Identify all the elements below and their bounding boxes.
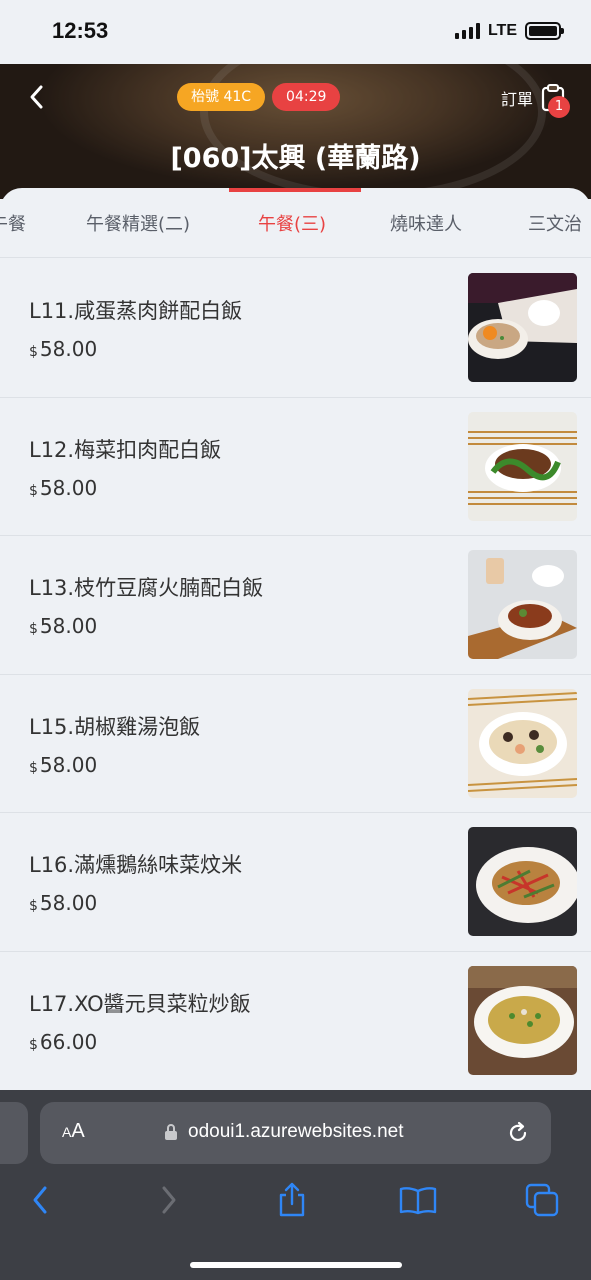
menu-item[interactable]: L12.梅菜扣肉配白飯 $58.00 [0, 398, 591, 537]
bookmarks-button[interactable] [398, 1180, 438, 1220]
tab-lunch-selection-2[interactable]: 午餐精選(二) [86, 210, 190, 236]
tabs-button[interactable] [522, 1180, 562, 1220]
item-photo [468, 550, 577, 660]
order-button[interactable]: 訂單 1 [500, 84, 570, 118]
browser-back-button[interactable] [21, 1180, 61, 1220]
clipboard-icon: 1 [541, 84, 570, 118]
active-tab-indicator [229, 188, 361, 192]
url-display[interactable]: odoui1.azurewebsites.net [164, 1121, 403, 1143]
item-photo [468, 965, 577, 1075]
address-bar[interactable]: AAAA odoui1.azurewebsites.net [40, 1102, 551, 1164]
browser-toolbar [0, 1180, 591, 1224]
item-price: $58.00 [29, 475, 98, 500]
store-title: [060]太興 (華蘭路) [170, 143, 421, 174]
header-badges: 枱號 41C 04:29 [177, 83, 341, 111]
item-photo [468, 411, 577, 521]
order-label: 訂單 [500, 90, 533, 109]
item-name: L15.胡椒雞湯泡飯 [29, 714, 201, 739]
menu-item[interactable]: L17.XO醬元貝菜粒炒飯 $66.00 [0, 952, 591, 1091]
item-price: $58.00 [29, 752, 98, 777]
lock-icon [165, 1124, 177, 1140]
table-number-badge: 枱號 41C [177, 83, 266, 111]
order-count-badge: 1 [548, 96, 570, 118]
network-label: LTE [487, 22, 517, 39]
timer-badge: 04:29 [272, 83, 341, 111]
status-bar: 12:53 LTE [0, 0, 591, 64]
share-icon [279, 1182, 305, 1217]
item-price: $58.00 [29, 614, 98, 639]
store-header: 枱號 41C 04:29 訂單 1 [060]太興 (華蘭路) [0, 64, 591, 199]
tab-lunch[interactable]: 午餐 [0, 210, 26, 236]
item-price: $58.00 [29, 337, 98, 361]
menu-item[interactable]: L16.滿燻鵝絲味菜炆米 $58.00 [0, 813, 591, 952]
status-time: 12:53 [52, 18, 109, 43]
back-button[interactable] [22, 82, 52, 112]
status-indicators: LTE [454, 22, 564, 40]
category-tabs: 午餐 午餐精選(二) 午餐(三) 燒味達人 三文治 [0, 188, 591, 258]
battery-icon [525, 22, 564, 40]
text-size-button[interactable]: AAAA [62, 1120, 85, 1143]
home-indicator [190, 1262, 402, 1268]
url-text: odoui1.azurewebsites.net [188, 1121, 404, 1142]
menu-item[interactable]: L13.枝竹豆腐火腩配白飯 $58.00 [0, 536, 591, 675]
item-photo [468, 688, 577, 798]
tab-sandwich[interactable]: 三文治 [528, 210, 582, 236]
chevron-left-icon [30, 85, 43, 109]
item-price: $66.00 [29, 1029, 98, 1054]
menu-item[interactable]: L11.咸蛋蒸肉餅配白飯 $58.00 [0, 259, 591, 398]
tabs-icon [525, 1183, 559, 1217]
item-name: L13.枝竹豆腐火腩配白飯 [29, 576, 264, 601]
browser-forward-button[interactable] [148, 1180, 188, 1220]
item-photo [468, 827, 577, 937]
item-photo [468, 273, 577, 382]
menu-item[interactable]: L15.胡椒雞湯泡飯 $58.00 [0, 675, 591, 814]
item-name: L16.滿燻鵝絲味菜炆米 [29, 853, 243, 878]
item-name: L11.咸蛋蒸肉餅配白飯 [29, 299, 243, 323]
menu-list: L11.咸蛋蒸肉餅配白飯 $58.00 L12.梅菜扣肉配白飯 $58.00 L… [0, 259, 591, 1091]
tab-roast-master[interactable]: 燒味達人 [390, 210, 462, 236]
chevron-left-icon [33, 1186, 47, 1214]
item-name: L17.XO醬元貝菜粒炒飯 [29, 991, 251, 1016]
item-price: $58.00 [29, 891, 98, 916]
book-icon [399, 1187, 437, 1215]
tab-lunch-3[interactable]: 午餐(三) [258, 210, 326, 236]
browser-bar: AAAA odoui1.azurewebsites.net [0, 1090, 591, 1280]
reload-icon[interactable] [505, 1120, 531, 1146]
share-button[interactable] [272, 1180, 312, 1220]
item-name: L12.梅菜扣肉配白飯 [29, 437, 222, 462]
previous-tab-preview[interactable] [0, 1102, 28, 1164]
chevron-right-icon [162, 1186, 176, 1214]
signal-icon [454, 23, 480, 39]
